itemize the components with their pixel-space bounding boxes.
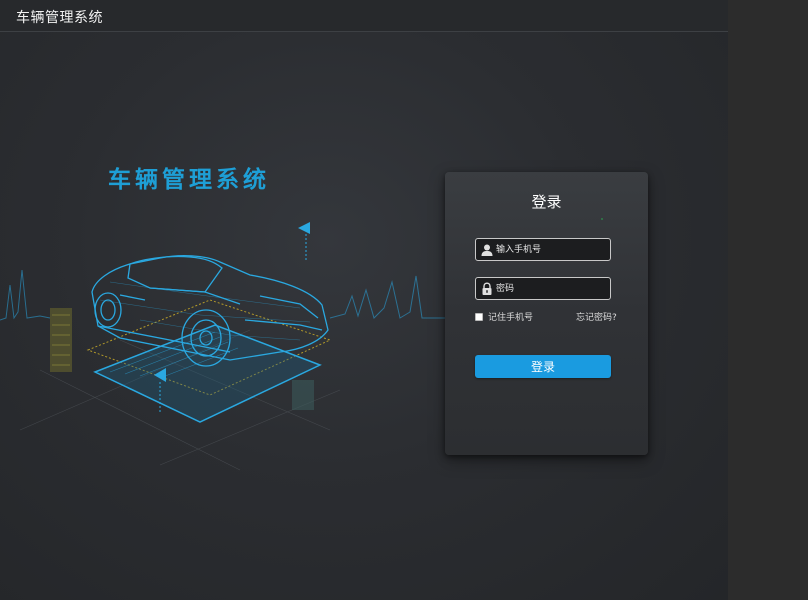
- hero-title: 车辆管理系统: [108, 167, 270, 193]
- panel-dot: [601, 218, 603, 220]
- car-illustration: [0, 222, 445, 471]
- user-icon: [481, 244, 493, 256]
- remember-label: 记住手机号: [488, 313, 534, 323]
- lock-icon: [482, 281, 492, 295]
- remember-phone[interactable]: 记住手机号: [475, 310, 533, 323]
- login-panel: 登录 记住手机号 忘记密码? 登录: [445, 172, 648, 455]
- login-button[interactable]: 登录: [475, 355, 611, 378]
- top-bar: 车辆管理系统: [0, 0, 728, 32]
- right-empty-area: [728, 0, 808, 600]
- phone-input[interactable]: [496, 239, 606, 260]
- password-field[interactable]: [475, 277, 611, 300]
- pulse-line-right: [329, 275, 445, 319]
- bar-block-right: [292, 380, 314, 410]
- login-title: 登录: [531, 193, 562, 211]
- bar-block-left: [50, 308, 72, 372]
- triangle-marker-top: [298, 222, 310, 234]
- app-window: 车辆管理系统 车辆管理系统 登录 输入手机号 记住手机号 忘记密码? 登录: [0, 0, 728, 600]
- app-title: 车辆管理系统: [16, 10, 103, 26]
- phone-field[interactable]: [475, 238, 611, 261]
- remember-checkbox[interactable]: [475, 312, 483, 321]
- password-input[interactable]: [496, 278, 606, 299]
- forgot-password-link[interactable]: 忘记密码?: [576, 310, 617, 323]
- pulse-line-left: [0, 269, 51, 321]
